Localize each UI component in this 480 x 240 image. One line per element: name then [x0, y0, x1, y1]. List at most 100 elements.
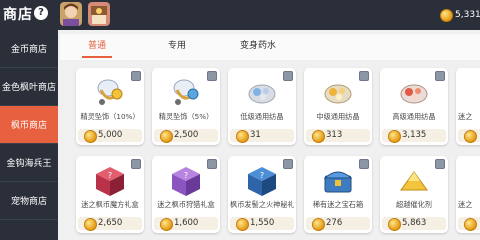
shop-item-card[interactable]: 迷之 — [456, 156, 480, 233]
sidebar-item-label: 金币商店 — [10, 45, 47, 55]
shop-sidebar: 金币商店 金色枫叶商店 枫币商店 金钩海兵王 宠物商店 — [0, 30, 58, 240]
coin-balance: 5,331 — [455, 10, 480, 20]
item-name: 迷之 — [458, 200, 473, 209]
help-icon[interactable]: ? — [34, 6, 48, 20]
item-name: 精灵坠饰（5%） — [158, 112, 214, 121]
shop-item-card[interactable]: 精灵坠饰（10%） 5,000 — [76, 68, 144, 145]
shop-item-card[interactable]: 超越催化剂 5,863 — [380, 156, 448, 233]
info-badge-icon — [359, 159, 369, 169]
top-bar: 商店 ? 5,331 — [0, 0, 480, 30]
coin-icon — [84, 130, 97, 143]
info-badge-icon — [435, 71, 445, 81]
item-name: 精灵坠饰（10%） — [80, 112, 140, 121]
sidebar-item-golden-hook-marine[interactable]: 金钩海兵王 — [0, 144, 58, 182]
item-price: 3,135 — [402, 130, 427, 140]
item-name: 高级通用纺晶 — [392, 112, 436, 121]
info-badge-icon — [283, 71, 293, 81]
coin-icon — [464, 130, 477, 143]
coin-icon — [464, 218, 477, 231]
tab-exclusive[interactable]: 专用 — [158, 34, 196, 60]
item-name: 迷之枫币狩猎礼盒 — [157, 200, 215, 209]
info-badge-icon — [207, 159, 217, 169]
sidebar-item-label: 金钩海兵王 — [6, 159, 52, 169]
sidebar-item-label: 金色枫叶商店 — [1, 83, 56, 93]
price-tag: 313 — [306, 129, 370, 143]
shop-item-card[interactable]: 精灵坠饰（5%） 2,500 — [152, 68, 220, 145]
info-badge-icon — [435, 159, 445, 169]
price-tag: 1,600 — [154, 217, 218, 231]
pendant-icon — [97, 79, 123, 105]
cube-box-icon: ? — [248, 167, 276, 196]
shop-item-card[interactable]: ? 枫币发髻之火神秘礼盒 1,550 — [228, 156, 296, 233]
sidebar-item-pet-shop[interactable]: 宠物商店 — [0, 182, 58, 220]
price-tag: 5,000 — [78, 129, 142, 143]
item-price: 5,863 — [402, 218, 427, 228]
price-tag: 31 — [230, 129, 294, 143]
price-tag: 5,863 — [382, 217, 446, 231]
shop-item-card[interactable]: 迷之 — [456, 68, 480, 145]
info-badge-icon — [359, 71, 369, 81]
shop-item-card[interactable]: 低级通用纺晶 31 — [228, 68, 296, 145]
coin-icon — [160, 130, 173, 143]
sidebar-item-golden-maple-shop[interactable]: 金色枫叶商店 — [0, 68, 58, 106]
svg-text:?: ? — [260, 171, 264, 180]
item-name: 中级通用纺晶 — [316, 112, 360, 121]
coin-icon — [312, 130, 325, 143]
coin-icon — [236, 218, 249, 231]
category-tabs: 普通 专用 变身药水 — [60, 34, 480, 60]
item-price: 1,550 — [250, 218, 275, 228]
svg-text:?: ? — [108, 171, 112, 180]
sidebar-item-label: 枫币商店 — [10, 121, 47, 131]
price-tag — [458, 217, 480, 231]
item-name: 迷之枫币魔方礼盒 — [81, 200, 139, 209]
item-price: 1,600 — [174, 218, 199, 228]
tab-transform-potion[interactable]: 变身药水 — [228, 34, 288, 60]
shop-item-card[interactable]: 稀有迷之宝石箱 276 — [304, 156, 372, 233]
info-badge-icon — [207, 71, 217, 81]
coin-icon — [236, 130, 249, 143]
active-tab-indicator — [82, 56, 112, 58]
info-badge-icon — [131, 159, 141, 169]
chest-icon — [323, 171, 353, 193]
page-title: 商店 — [3, 7, 33, 23]
price-tag: 1,550 — [230, 217, 294, 231]
coin-icon — [388, 130, 401, 143]
crystal-icon — [248, 84, 276, 104]
price-tag: 2,650 — [78, 217, 142, 231]
shop-item-card[interactable]: ? 迷之枫币狩猎礼盒 1,600 — [152, 156, 220, 233]
price-tag: 2,500 — [154, 129, 218, 143]
shop-item-card[interactable]: ? 迷之枫币魔方礼盒 2,650 — [76, 156, 144, 233]
sidebar-item-gold-coin-shop[interactable]: 金币商店 — [0, 30, 58, 68]
shop-item-card[interactable]: 高级通用纺晶 3,135 — [380, 68, 448, 145]
cube-box-icon: ? — [172, 167, 200, 196]
powder-icon — [400, 171, 428, 191]
price-tag: 276 — [306, 217, 370, 231]
crystal-icon — [324, 84, 352, 104]
svg-text:?: ? — [184, 171, 188, 180]
coin-icon — [160, 218, 173, 231]
item-name: 超越催化剂 — [396, 200, 432, 209]
item-price: 276 — [326, 218, 343, 228]
price-tag: 3,135 — [382, 129, 446, 143]
character-avatar-icon[interactable] — [60, 2, 82, 26]
item-price: 31 — [250, 130, 261, 140]
sidebar-item-label: 宠物商店 — [10, 197, 47, 207]
cube-box-icon: ? — [96, 167, 124, 196]
coin-icon — [84, 218, 97, 231]
item-name: 枫币发髻之火神秘礼盒 — [230, 200, 294, 209]
maple-coin-icon — [440, 9, 453, 22]
item-price: 2,500 — [174, 130, 199, 140]
item-name: 迷之 — [458, 112, 473, 121]
info-badge-icon — [131, 71, 141, 81]
pendant-icon — [173, 79, 199, 105]
info-badge-icon — [283, 159, 293, 169]
shop-npc-icon[interactable] — [88, 2, 110, 26]
shop-item-card[interactable]: 中级通用纺晶 313 — [304, 68, 372, 145]
item-name: 稀有迷之宝石箱 — [312, 200, 364, 209]
item-price: 2,650 — [98, 218, 123, 228]
price-tag — [458, 129, 480, 143]
sidebar-item-maple-coin-shop[interactable]: 枫币商店 — [0, 106, 58, 144]
item-price: 313 — [326, 130, 343, 140]
item-price: 5,000 — [98, 130, 123, 140]
crystal-icon — [400, 84, 428, 104]
